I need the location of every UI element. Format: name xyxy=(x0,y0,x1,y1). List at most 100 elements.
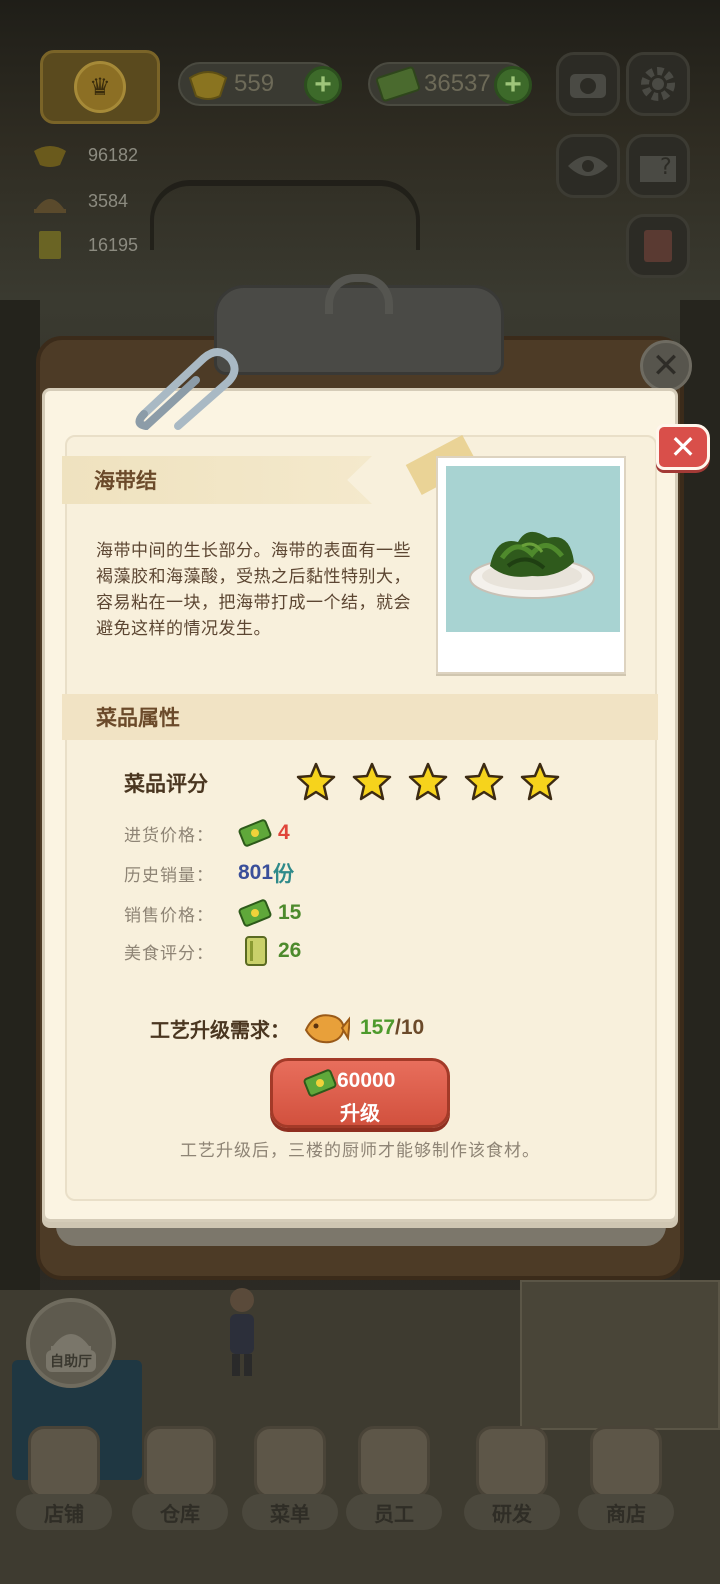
sales-history-label: 历史销量： xyxy=(124,865,214,886)
shop-stall-icon xyxy=(590,1426,662,1498)
purchase-price-value: 4 xyxy=(278,821,290,844)
camera-icon xyxy=(570,74,606,98)
gear-icon xyxy=(641,67,675,101)
building-roof xyxy=(150,180,420,250)
attributes-section-label: 菜品属性 xyxy=(96,706,180,730)
upgrade-hint: 工艺升级后，三楼的厨师才能够制作该食材。 xyxy=(180,1141,540,1161)
nav-item-warehouse[interactable]: 仓库 xyxy=(124,1420,236,1538)
gold-ingot-icon xyxy=(30,138,70,172)
waiter-character xyxy=(230,1288,254,1376)
sale-price-row: 销售价格： 15 xyxy=(124,896,301,930)
upgrade-button[interactable]: 60000 升级 xyxy=(270,1058,450,1128)
cash-count: 36537 xyxy=(424,70,491,97)
dish-name: 海带结 xyxy=(94,469,157,493)
crown-icon: ♛ xyxy=(74,61,126,113)
dish-cover-icon xyxy=(30,184,70,218)
bottom-nav: 店铺 仓库 菜单 员工 研发 商店 xyxy=(0,1420,720,1584)
camera-button[interactable] xyxy=(556,52,620,116)
upgrade-requirement: 工艺升级需求： 157 /10 xyxy=(150,1006,424,1050)
dish-title: 海带结 xyxy=(62,456,372,504)
cash-icon xyxy=(303,1069,337,1097)
close-button[interactable]: ✕ xyxy=(656,424,710,470)
close-board-button[interactable]: ✕ xyxy=(640,340,692,392)
cash-counter: 36537 + xyxy=(368,62,532,106)
ingot-count: 559 xyxy=(234,70,275,97)
dish-description: 海带中间的生长部分。海带的表面有一些褐藻胶和海藻酸，受热之后黏性特别大，容易粘在… xyxy=(96,541,411,639)
nav-label-shop: 商店 xyxy=(578,1494,674,1530)
taiyaki-icon xyxy=(304,1014,350,1044)
log-button[interactable] xyxy=(626,214,690,278)
food-score-label: 美食评分： xyxy=(124,943,214,964)
stat-value-dish: 3584 xyxy=(88,190,129,211)
nav-label-research: 研发 xyxy=(464,1494,560,1530)
paperclip-icon xyxy=(135,348,239,430)
upgrade-requirement-have: 157 xyxy=(360,1016,396,1039)
nav-item-staff[interactable]: 员工 xyxy=(338,1420,450,1538)
eye-icon xyxy=(568,156,608,176)
menu-clipboard-icon xyxy=(254,1426,326,1498)
buffet-hall-label: 自助厅 xyxy=(46,1350,96,1372)
upgrade-button-label: 升级 xyxy=(340,1101,380,1125)
nav-label-store: 店铺 xyxy=(16,1494,112,1530)
stat-row-book: 16195 xyxy=(30,228,138,262)
clipboard-clip xyxy=(214,274,504,375)
food-score-row: 美食评分： 26 xyxy=(124,934,301,968)
upgrade-requirement-need: /10 xyxy=(395,1016,425,1039)
star-icon xyxy=(408,762,448,801)
stat-value-gold: 96182 xyxy=(88,144,139,165)
star-icon xyxy=(520,762,560,801)
seaweed-knot-dish-image xyxy=(469,531,595,599)
red-book-icon xyxy=(644,230,672,262)
ingot-icon xyxy=(184,58,232,110)
stat-value-book: 16195 xyxy=(88,234,139,255)
sales-history-value: 801 xyxy=(238,861,274,884)
cash-icon xyxy=(238,899,272,927)
warehouse-box-icon xyxy=(144,1426,216,1498)
rank-badge[interactable]: ♛ xyxy=(40,50,160,124)
attributes-section-title: 菜品属性 xyxy=(62,694,658,740)
cash-icon xyxy=(374,58,422,110)
recipe-book-icon xyxy=(245,936,267,966)
star-icon xyxy=(352,762,392,801)
nav-item-menu[interactable]: 菜单 xyxy=(234,1420,346,1538)
add-ingot-button[interactable]: + xyxy=(304,66,342,104)
cash-icon xyxy=(238,819,272,847)
sale-price-value: 15 xyxy=(278,901,302,924)
dish-photo-background xyxy=(446,466,620,632)
add-cash-button[interactable]: + xyxy=(494,66,532,104)
nav-label-staff: 员工 xyxy=(346,1494,442,1530)
nav-item-shop[interactable]: 商店 xyxy=(570,1420,682,1538)
ingot-counter: 559 + xyxy=(178,62,342,106)
guide-button[interactable]: ? xyxy=(626,134,690,198)
rug xyxy=(520,1280,720,1430)
stat-row-dish: 3584 xyxy=(30,184,128,218)
nav-label-warehouse: 仓库 xyxy=(132,1494,228,1530)
star-icon xyxy=(296,762,336,801)
left-wall xyxy=(0,300,40,1300)
view-button[interactable] xyxy=(556,134,620,198)
sales-history-row: 历史销量： 801 份 xyxy=(124,856,294,890)
sales-history-unit: 份 xyxy=(273,862,295,886)
cloche-icon xyxy=(51,1334,91,1350)
nav-item-store[interactable]: 店铺 xyxy=(8,1420,120,1538)
nav-label-menu: 菜单 xyxy=(242,1494,338,1530)
upgrade-requirement-label: 工艺升级需求： xyxy=(150,1017,290,1042)
food-score-value: 26 xyxy=(278,939,302,962)
nav-item-research[interactable]: 研发 xyxy=(456,1420,568,1538)
dish-photo xyxy=(436,456,626,674)
buffet-hall-button[interactable]: 自助厅 xyxy=(26,1298,116,1388)
staff-icon xyxy=(358,1426,430,1498)
rating-label: 菜品评分 xyxy=(124,772,208,796)
rating-stars xyxy=(296,762,576,802)
svg-text:?: ? xyxy=(660,155,672,180)
sale-price-label: 销售价格： xyxy=(124,905,214,926)
purchase-price-row: 进货价格： 4 xyxy=(124,816,290,850)
upgrade-cost: 60000 xyxy=(337,1069,396,1092)
settings-button[interactable] xyxy=(626,52,690,116)
research-pot-icon xyxy=(476,1426,548,1498)
store-icon xyxy=(28,1426,100,1498)
book-help-icon: ? xyxy=(640,155,676,182)
star-icon xyxy=(464,762,504,801)
purchase-price-label: 进货价格： xyxy=(124,825,214,846)
stat-row-gold: 96182 xyxy=(30,138,138,172)
